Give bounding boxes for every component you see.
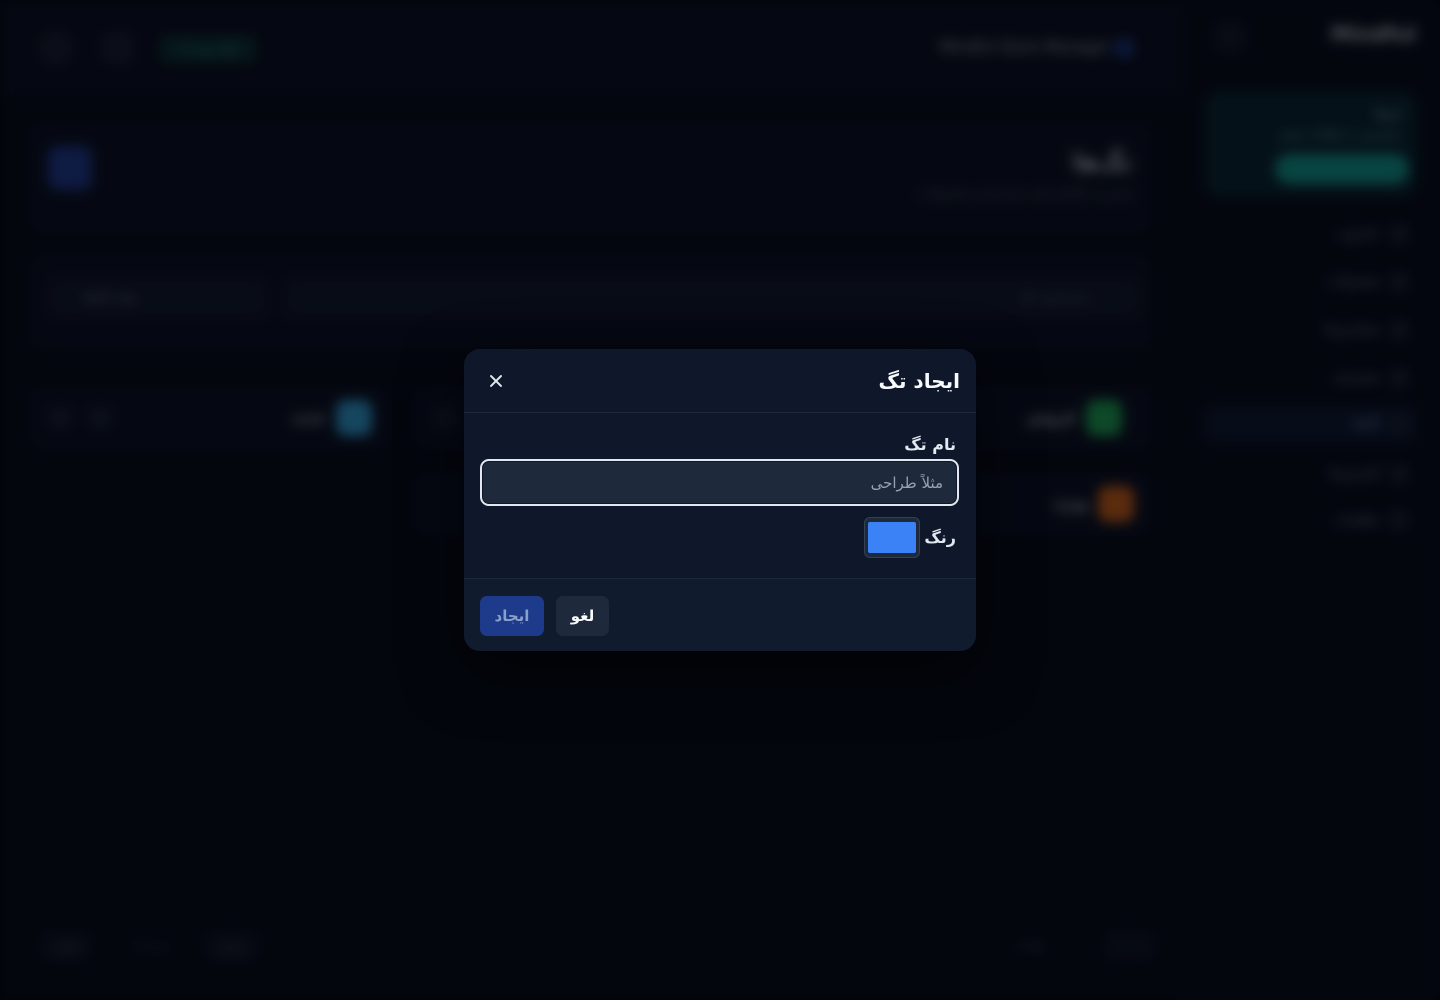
modal-header: ایجاد تگ [464, 349, 976, 413]
create-button[interactable]: ایجاد [480, 596, 544, 636]
color-swatch [868, 522, 916, 553]
tag-name-input[interactable] [480, 459, 959, 506]
create-tag-modal: ایجاد تگ نام تگ رنگ ایجاد لغو [464, 349, 976, 651]
modal-footer: ایجاد لغو [464, 578, 976, 651]
color-picker[interactable] [864, 517, 920, 558]
close-icon[interactable] [484, 369, 508, 393]
cancel-button[interactable]: لغو [556, 596, 609, 636]
modal-title: ایجاد تگ [878, 369, 960, 393]
tag-name-label: نام تگ [904, 435, 956, 454]
color-label: رنگ [924, 528, 956, 547]
